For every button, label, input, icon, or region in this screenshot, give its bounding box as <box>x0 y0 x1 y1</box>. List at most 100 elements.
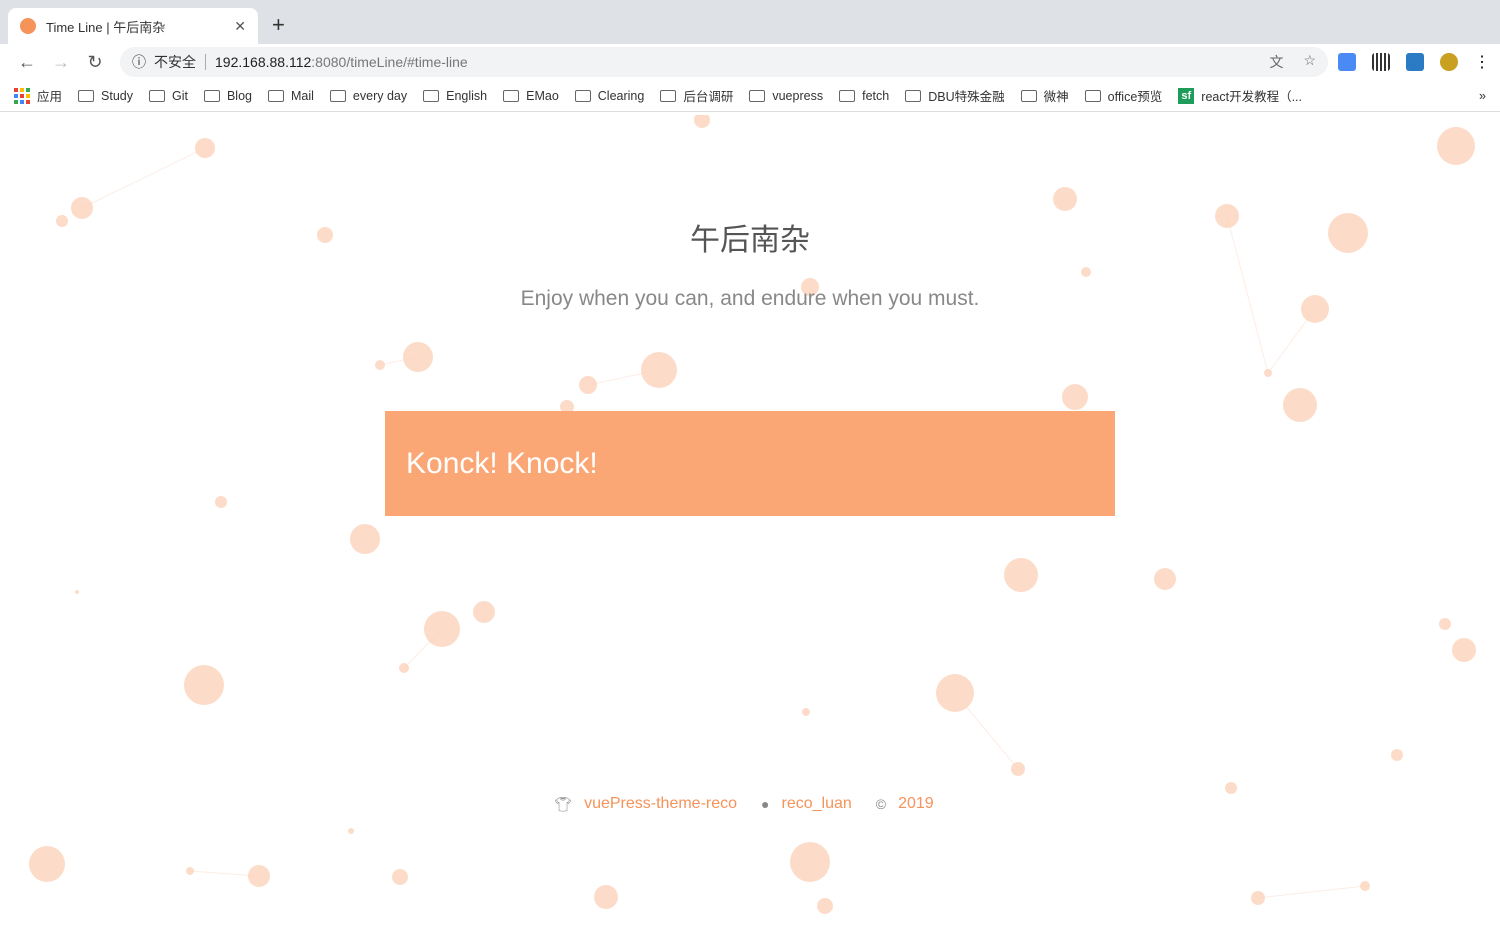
ghost-icon: ● <box>761 796 770 812</box>
particle <box>790 842 830 882</box>
bookmark-item[interactable]: Mail <box>268 89 314 103</box>
bookmark-item[interactable]: DBU特殊金融 <box>905 86 1005 105</box>
forward-icon[interactable]: → <box>44 52 78 73</box>
folder-icon <box>905 89 922 102</box>
author-link[interactable]: reco_luan <box>782 795 852 813</box>
url-path: :8080/timeLine/#time-line <box>311 54 468 70</box>
particle <box>641 352 677 388</box>
more-bookmarks-button[interactable]: » <box>1479 89 1486 103</box>
particle <box>1062 384 1088 410</box>
particle <box>195 138 215 158</box>
folder-icon <box>660 89 677 102</box>
banner-text: Konck! Knock! <box>406 446 598 480</box>
particle-link <box>1257 885 1366 899</box>
qr-code-extension-icon[interactable] <box>1372 53 1390 71</box>
bookmark-label: Clearing <box>597 88 645 103</box>
bookmark-item[interactable]: fetch <box>839 89 889 103</box>
bookmark-item[interactable]: sf react开发教程（... <box>1178 86 1302 105</box>
bookmark-item[interactable]: Git <box>148 88 188 103</box>
bookmarks-bar: 应用 Study Git Blog Mail every day English EMao Cl… <box>0 80 1500 112</box>
theme-link[interactable]: vuePress-theme-reco <box>584 795 737 813</box>
bookmark-item[interactable]: office预览 <box>1084 86 1163 105</box>
folder-icon <box>839 89 856 102</box>
particle <box>1004 558 1038 592</box>
reload-icon[interactable]: ↻ <box>78 52 112 73</box>
particle <box>1081 267 1091 277</box>
particle <box>1391 749 1403 761</box>
s-extension-icon[interactable] <box>1406 53 1424 71</box>
bookmark-label: vuepress <box>772 88 824 103</box>
back-icon[interactable]: ← <box>10 52 44 73</box>
bookmark-label: DBU特殊金融 <box>928 90 1005 104</box>
particle <box>348 828 354 834</box>
particle <box>215 496 227 508</box>
particle <box>594 885 618 909</box>
particle <box>1154 568 1176 590</box>
bookmark-label: EMao <box>526 88 559 103</box>
folder-icon <box>749 89 766 102</box>
bookmark-label: 微神 <box>1043 90 1069 104</box>
favicon-icon <box>20 18 36 34</box>
bookmark-item[interactable]: 微神 <box>1020 86 1069 105</box>
bookmark-label: Study <box>101 88 133 103</box>
page-content: 午后南杂 Enjoy when you can, and endure when… <box>0 115 1500 938</box>
bookmark-item[interactable]: 应用 <box>14 86 62 105</box>
particle <box>473 601 495 623</box>
apps-icon <box>14 87 30 104</box>
folder-icon <box>1020 89 1037 102</box>
google-translate-extension-icon[interactable] <box>1338 53 1356 71</box>
bookmark-label: 应用 <box>37 90 63 104</box>
close-tab-icon[interactable]: ✕ <box>234 18 246 35</box>
shirt-icon: 👕︎ <box>554 795 573 812</box>
menu-icon[interactable]: ⋮ <box>1474 52 1490 72</box>
bookmark-item[interactable]: Study <box>78 89 133 103</box>
folder-icon <box>78 89 95 102</box>
star-icon[interactable]: ☆ <box>1303 52 1316 72</box>
bookmark-item[interactable]: English <box>423 89 487 103</box>
particle <box>579 376 597 394</box>
bookmark-label: Mail <box>291 88 314 103</box>
bookmark-label: Blog <box>226 88 252 103</box>
folder-icon <box>329 89 346 102</box>
browser-tab[interactable]: Time Line | 午后南杂 ✕ <box>8 8 258 44</box>
particle <box>424 611 460 647</box>
bookmark-label: 后台调研 <box>683 90 734 104</box>
particle <box>936 674 974 712</box>
bookmark-item[interactable]: vuepress <box>749 89 823 103</box>
particle <box>817 898 833 914</box>
bookmark-item[interactable]: every day <box>329 88 408 103</box>
bookmark-item[interactable]: 后台调研 <box>660 86 733 105</box>
particle <box>75 590 79 594</box>
translate-icon[interactable]: 文 <box>1269 52 1283 72</box>
particle <box>248 865 270 887</box>
folder-icon <box>503 89 520 102</box>
info-icon[interactable]: ⓘ <box>132 52 146 72</box>
particle <box>802 708 810 716</box>
folder-icon <box>268 89 284 102</box>
bookmark-label: every day <box>352 88 408 103</box>
bookmark-label: English <box>446 88 488 103</box>
profile-avatar[interactable] <box>1440 53 1458 71</box>
folder-icon <box>148 89 165 102</box>
particle <box>29 846 65 882</box>
bookmark-label: office预览 <box>1107 90 1163 104</box>
particle <box>1011 762 1025 776</box>
folder-icon <box>423 89 440 102</box>
security-label: 不安全 <box>154 54 196 70</box>
bookmark-label: react开发教程（... <box>1201 90 1302 104</box>
particle <box>350 524 380 554</box>
url-host: 192.168.88.112 <box>215 54 312 70</box>
bookmark-item[interactable]: Blog <box>203 88 252 103</box>
browser-toolbar: ← → ↻ ⓘ 不安全 192.168.88.112:8080/timeLine… <box>0 44 1500 80</box>
sf-icon: sf <box>1178 87 1195 104</box>
particle <box>1251 891 1265 905</box>
new-tab-button[interactable]: + <box>272 12 285 38</box>
particle <box>184 665 224 705</box>
banner: Konck! Knock! <box>385 411 1115 516</box>
particle <box>1283 388 1317 422</box>
address-bar[interactable]: ⓘ 不安全 192.168.88.112:8080/timeLine/#time… <box>120 47 1328 77</box>
bookmark-item[interactable]: EMao <box>503 89 559 103</box>
footer: 👕︎ vuePress-theme-reco ● reco_luan © 201… <box>0 795 1500 813</box>
bookmark-label: Git <box>171 88 188 103</box>
bookmark-item[interactable]: Clearing <box>574 88 645 103</box>
